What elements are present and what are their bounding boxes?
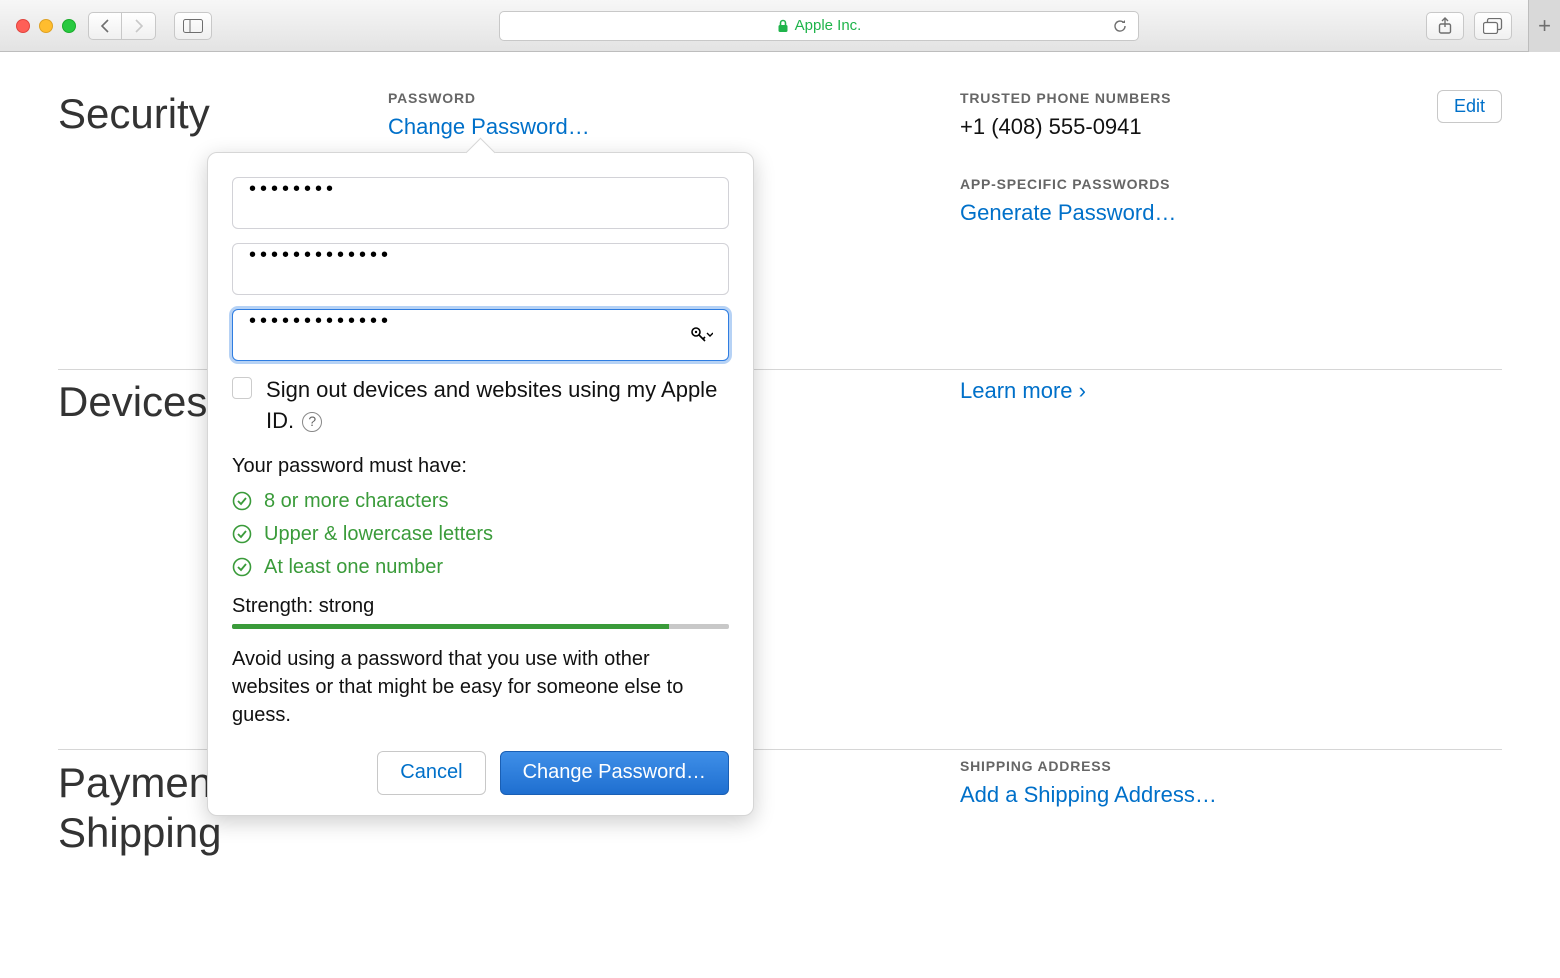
address-text: Apple Inc.	[795, 17, 862, 34]
nav-buttons	[88, 12, 156, 40]
trusted-phone-value: +1 (408) 555-0941	[960, 114, 1502, 140]
generate-password-link[interactable]: Generate Password…	[960, 200, 1502, 226]
cancel-button[interactable]: Cancel	[377, 751, 485, 795]
address-bar[interactable]: Apple Inc.	[499, 11, 1139, 41]
confirm-password-input[interactable]: •••••••••••••	[232, 309, 729, 361]
lock-icon	[777, 19, 789, 33]
trusted-phone-label: TRUSTED PHONE NUMBERS	[960, 90, 1502, 106]
password-requirements-heading: Your password must have:	[232, 455, 729, 478]
edit-button[interactable]: Edit	[1437, 90, 1502, 123]
window-controls	[16, 19, 76, 33]
close-window-button[interactable]	[16, 19, 30, 33]
check-icon	[232, 524, 252, 544]
learn-more-link[interactable]: Learn more	[960, 378, 1086, 403]
check-icon	[232, 491, 252, 511]
add-shipping-address-link[interactable]: Add a Shipping Address…	[960, 782, 1502, 808]
key-icon[interactable]	[691, 327, 713, 343]
requirement-case: Upper & lowercase letters	[232, 523, 729, 546]
new-password-input[interactable]: •••••••••••••	[232, 243, 729, 295]
change-password-popover: •••••••• ••••••••••••• ••••••••••••• Sig…	[207, 152, 754, 816]
change-password-link[interactable]: Change Password…	[388, 114, 930, 140]
shipping-address-label: SHIPPING ADDRESS	[960, 758, 1502, 774]
sidebar-toggle-button[interactable]	[174, 12, 212, 40]
reload-button[interactable]	[1112, 18, 1128, 34]
current-password-input[interactable]: ••••••••	[232, 177, 729, 229]
app-specific-passwords-label: APP-SPECIFIC PASSWORDS	[960, 176, 1502, 192]
requirement-length: 8 or more characters	[232, 490, 729, 513]
share-button[interactable]	[1426, 12, 1464, 40]
requirement-number: At least one number	[232, 556, 729, 579]
tabs-button[interactable]	[1474, 12, 1512, 40]
change-password-button[interactable]: Change Password…	[500, 751, 729, 795]
page-content: Security PASSWORD Change Password… TRUST…	[0, 52, 1560, 978]
browser-toolbar: Apple Inc. +	[0, 0, 1560, 52]
password-label: PASSWORD	[388, 90, 930, 106]
zoom-window-button[interactable]	[62, 19, 76, 33]
new-tab-button[interactable]: +	[1528, 0, 1560, 52]
strength-meter	[232, 624, 729, 629]
strength-label: Strength: strong	[232, 595, 729, 618]
forward-button[interactable]	[122, 12, 156, 40]
signout-devices-checkbox[interactable]	[232, 377, 252, 399]
minimize-window-button[interactable]	[39, 19, 53, 33]
back-button[interactable]	[88, 12, 122, 40]
check-icon	[232, 557, 252, 577]
password-advice: Avoid using a password that you use with…	[232, 645, 729, 729]
help-icon[interactable]: ?	[302, 412, 322, 432]
signout-devices-label: Sign out devices and websites using my A…	[266, 375, 729, 437]
